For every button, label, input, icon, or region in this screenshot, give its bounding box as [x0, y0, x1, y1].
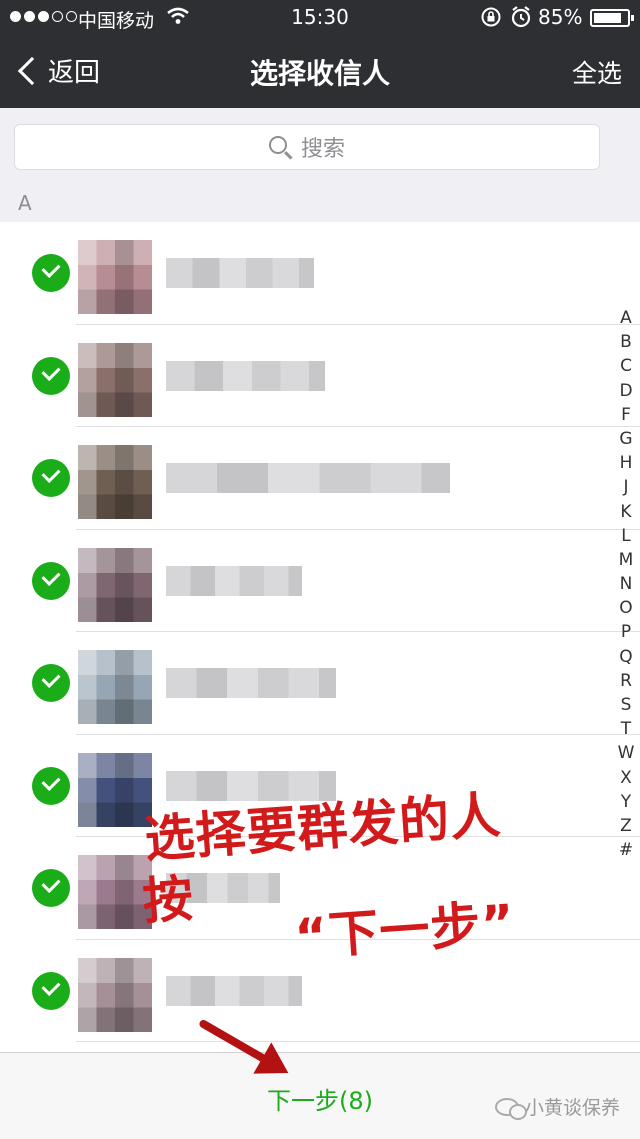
- alphabet-index-letter[interactable]: F: [621, 403, 631, 427]
- avatar: [78, 957, 152, 1032]
- alphabet-index-letter[interactable]: Z: [620, 814, 632, 838]
- contact-name-redacted: [166, 668, 337, 698]
- avatar: [78, 650, 152, 724]
- checkmark-icon[interactable]: [32, 561, 70, 600]
- section-header: A: [0, 184, 640, 222]
- alphabet-index-letter[interactable]: S: [621, 693, 632, 717]
- alphabet-index-letter[interactable]: K: [620, 500, 631, 524]
- avatar: [78, 547, 152, 622]
- alphabet-index-letter[interactable]: L: [621, 524, 630, 548]
- contact-row[interactable]: [0, 632, 640, 735]
- alphabet-index-letter[interactable]: C: [620, 354, 632, 378]
- alphabet-index-letter[interactable]: #: [619, 838, 633, 862]
- avatar: [78, 240, 152, 314]
- contact-name-redacted: [166, 975, 303, 1006]
- wechat-icon: [494, 1097, 527, 1120]
- annotation-line-2: 按: [140, 869, 196, 931]
- alphabet-index-letter[interactable]: W: [618, 741, 635, 765]
- alphabet-index-letter[interactable]: N: [620, 572, 633, 596]
- alphabet-index-letter[interactable]: X: [620, 766, 632, 790]
- checkmark-icon[interactable]: [32, 356, 70, 395]
- alarm-icon: [510, 5, 532, 34]
- alphabet-index-letter[interactable]: J: [623, 475, 628, 499]
- contact-name-redacted: [166, 258, 314, 288]
- alphabet-index-letter[interactable]: Y: [621, 790, 631, 814]
- navigation-bar: 返回 选择收信人 全选: [0, 36, 640, 108]
- alphabet-index-letter[interactable]: D: [619, 379, 632, 403]
- alphabet-index-letter[interactable]: M: [619, 548, 634, 572]
- battery-icon: [590, 9, 634, 27]
- alphabet-index-letter[interactable]: T: [621, 717, 631, 741]
- contact-name-redacted: [166, 360, 326, 391]
- alphabet-index-letter[interactable]: A: [620, 306, 632, 330]
- alphabet-index-letter[interactable]: O: [619, 596, 632, 620]
- alphabet-index-letter[interactable]: H: [620, 451, 633, 475]
- contact-row[interactable]: [0, 325, 640, 428]
- contact-name-redacted: [166, 565, 303, 596]
- avatar: [78, 445, 152, 519]
- checkmark-icon[interactable]: [32, 664, 70, 702]
- avatar: [78, 342, 152, 417]
- watermark: 小黄谈保养: [494, 1093, 620, 1120]
- contact-row[interactable]: [0, 530, 640, 633]
- bottom-bar: 下一步(8) 小黄谈保养: [0, 1052, 640, 1139]
- battery-percent: 85%: [538, 5, 583, 29]
- checkmark-icon[interactable]: [32, 766, 70, 805]
- alphabet-index-letter[interactable]: G: [619, 427, 632, 451]
- search-icon: [268, 136, 287, 154]
- annotation-line-3: “下一步”: [292, 893, 518, 967]
- top-bar: 中国移动 15:30 85% 返回 选择收信人 全选: [0, 0, 640, 108]
- checkmark-icon[interactable]: [32, 869, 70, 907]
- search-area: 搜索: [0, 108, 640, 184]
- status-bar: 中国移动 15:30 85%: [0, 0, 640, 36]
- search-placeholder: 搜索: [300, 137, 345, 162]
- checkmark-icon[interactable]: [32, 971, 70, 1010]
- alphabet-index-letter[interactable]: Q: [619, 645, 632, 669]
- rotation-lock-icon: [480, 6, 502, 33]
- alphabet-index-letter[interactable]: B: [620, 330, 632, 354]
- page-title: 选择收信人: [249, 57, 390, 90]
- alphabet-index[interactable]: A B C D F G H J K L M N O P Q R S T W X Y Z #: [612, 306, 640, 862]
- checkmark-icon[interactable]: [32, 254, 70, 292]
- contact-name-redacted: [166, 463, 450, 493]
- select-all-button[interactable]: 全选: [572, 54, 622, 90]
- alphabet-index-letter[interactable]: R: [620, 669, 632, 693]
- avatar: [78, 752, 152, 827]
- search-input[interactable]: 搜索: [14, 124, 600, 170]
- contact-row[interactable]: [0, 222, 640, 325]
- contact-row[interactable]: [0, 427, 640, 530]
- watermark-text: 小黄谈保养: [524, 1097, 620, 1119]
- checkmark-icon[interactable]: [32, 459, 70, 497]
- alphabet-index-letter[interactable]: P: [621, 620, 631, 644]
